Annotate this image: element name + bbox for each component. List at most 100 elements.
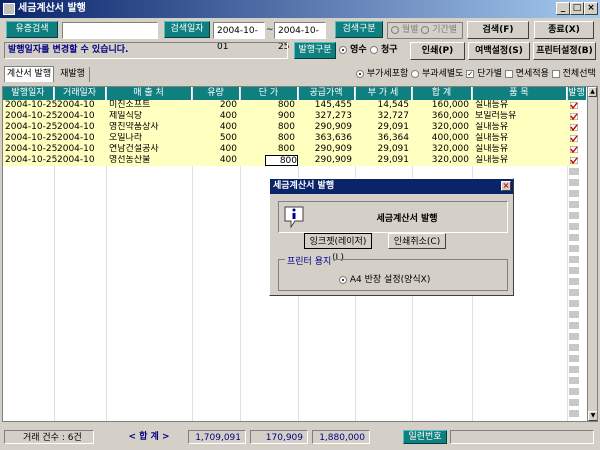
vat-total: 170,909 [250,430,308,444]
receipt-label: 영수 [350,45,367,55]
scroll-down-icon[interactable]: ▼ [588,411,597,421]
select-all-checkbox[interactable] [551,69,560,78]
total-label: < 합 계 > [128,432,170,442]
cell-unit-price: 800 [277,133,295,143]
col-quantity[interactable]: 유량 [192,87,240,100]
cell-total: 320,000 [431,122,469,132]
table-row[interactable]: 2004-10-25 2004-10 영선농산물 400 800 290,909… [3,155,577,166]
claim-label: 청구 [380,45,398,55]
claim-radio[interactable] [369,45,378,54]
date-from-input[interactable]: 2004-10-01 [213,22,265,52]
vat-sep-label: 부과세별도 [422,69,464,79]
table-row[interactable]: 2004-10-25 2004-10 미진소프트 200 800 145,455… [3,100,577,111]
maximize-icon[interactable]: □ [570,2,584,15]
supply-total: 1,709,091 [188,430,246,444]
col-issue-date[interactable]: 발행일자 [3,87,54,100]
cell-issue-date: 2004-10-25 [5,111,58,121]
reissue-search-button[interactable]: 유증검색 [6,21,58,38]
issued-checkbox[interactable] [570,135,578,142]
col-supply-amount[interactable]: 공급가액 [298,87,355,100]
cell-vat: 32,727 [377,111,410,121]
cell-supply: 363,636 [314,133,352,143]
month-radio[interactable] [391,25,399,34]
vertical-scrollbar[interactable]: ▲ ▼ [587,87,597,421]
col-unit-price[interactable]: 단 가 [240,87,298,100]
cell-trade-date: 2004-10 [57,144,95,154]
table-row[interactable]: 2004-10-25 2004-10 연남건설공사 400 800 290,90… [3,144,577,155]
date-to-input[interactable]: 2004-10-25 [274,22,326,52]
tab-issue[interactable]: 계산서 발행 [4,66,54,82]
search-type-label: 검색구분 [335,21,383,38]
unit-price-label: 단가별 [477,69,503,79]
receipt-radio[interactable] [339,45,347,54]
unit-price-checkbox[interactable] [466,69,475,78]
table-row[interactable]: 2004-10-25 2004-10 오일나라 500 800 363,636 … [3,133,577,144]
cell-issue-date: 2004-10-25 [5,133,58,143]
cell-total: 320,000 [431,155,469,165]
col-item[interactable]: 품 목 [472,87,567,100]
vat-options: 부가세포함 부과세별도 단가별 면세적용 전체선택 [356,68,596,80]
select-all-label: 전체선택 [562,69,596,79]
cell-total: 160,000 [431,100,469,110]
record-count: 거래 건수 : 6건 [4,430,94,444]
serial-number-field[interactable] [450,430,594,444]
cell-quantity: 400 [219,122,237,132]
issued-checkbox[interactable] [570,113,578,120]
search-type-group: 월별 기간별 [387,22,463,39]
dialog-header-panel: 세금계산서 발행 [278,201,508,233]
col-vat[interactable]: 부 가 세 [355,87,412,100]
inkjet-print-button[interactable]: 잉크젯(레이저)(L) [304,233,372,263]
cell-quantity: 400 [219,144,237,154]
tax-free-checkbox[interactable] [504,69,513,78]
exit-button[interactable]: 종료(X) [534,21,594,39]
issued-checkbox[interactable] [570,102,578,109]
close-icon[interactable]: × [584,2,598,15]
cell-supply: 145,455 [314,100,352,110]
cell-unit-price: 900 [277,111,295,121]
cell-customer: 오일나라 [109,133,143,143]
search-button[interactable]: 검색(F) [467,21,529,39]
col-total[interactable]: 합 계 [412,87,472,100]
month-label: 월별 [401,25,419,35]
minimize-icon[interactable]: _ [556,2,570,15]
cell-quantity: 400 [219,111,237,121]
vat-sep-radio[interactable] [411,69,420,78]
table-row[interactable]: 2004-10-25 2004-10 영진약품상사 400 800 290,90… [3,122,577,133]
a4-half-radio[interactable] [339,275,347,284]
customer-search-input[interactable] [62,22,158,39]
issued-checkbox[interactable] [570,146,578,153]
issued-checkbox[interactable] [570,157,578,164]
cancel-print-button[interactable]: 인쇄취소(C) [388,233,446,249]
dialog-close-icon[interactable]: × [501,181,511,191]
col-issued[interactable]: 발행 [567,87,587,100]
cell-trade-date: 2004-10 [57,155,95,165]
cell-unit-price: 800 [277,122,295,132]
cell-vat: 29,091 [377,155,410,165]
issued-checkbox[interactable] [570,124,578,131]
empty-issue-cells [569,168,579,418]
cell-trade-date: 2004-10 [57,100,95,110]
grand-total: 1,880,000 [312,430,370,444]
vat-incl-radio[interactable] [356,69,364,78]
col-trade-date[interactable]: 거래일자 [54,87,106,100]
paper-option: A4 반장 설정(양식X) [339,272,430,285]
scroll-up-icon[interactable]: ▲ [588,87,597,97]
cell-vat: 29,091 [377,144,410,154]
cell-unit-price[interactable]: 800 [265,155,298,166]
dialog-title-bar: 세금계산서 발행 × [270,179,513,194]
print-button[interactable]: 인쇄(P) [410,42,465,60]
paper-group-label: 프린터 용지 [285,254,334,267]
info-icon [284,206,304,229]
printer-settings-button[interactable]: 프린터설정(B) [533,42,596,60]
cell-customer: 연남건설공사 [109,144,159,154]
issue-type-label: 발행구분 [294,42,336,59]
margin-settings-button[interactable]: 여백설정(S) [468,42,530,60]
tab-reissue[interactable]: 재발행 [56,67,90,82]
cell-trade-date: 2004-10 [57,111,95,121]
date-separator: ~ [266,25,274,35]
cell-customer: 영진약품상사 [109,122,159,132]
period-radio[interactable] [421,25,430,34]
col-customer[interactable]: 매 출 처 [106,87,192,100]
cell-item: 실내등유 [475,122,509,132]
table-row[interactable]: 2004-10-25 2004-10 제일식당 400 900 327,273 … [3,111,577,122]
